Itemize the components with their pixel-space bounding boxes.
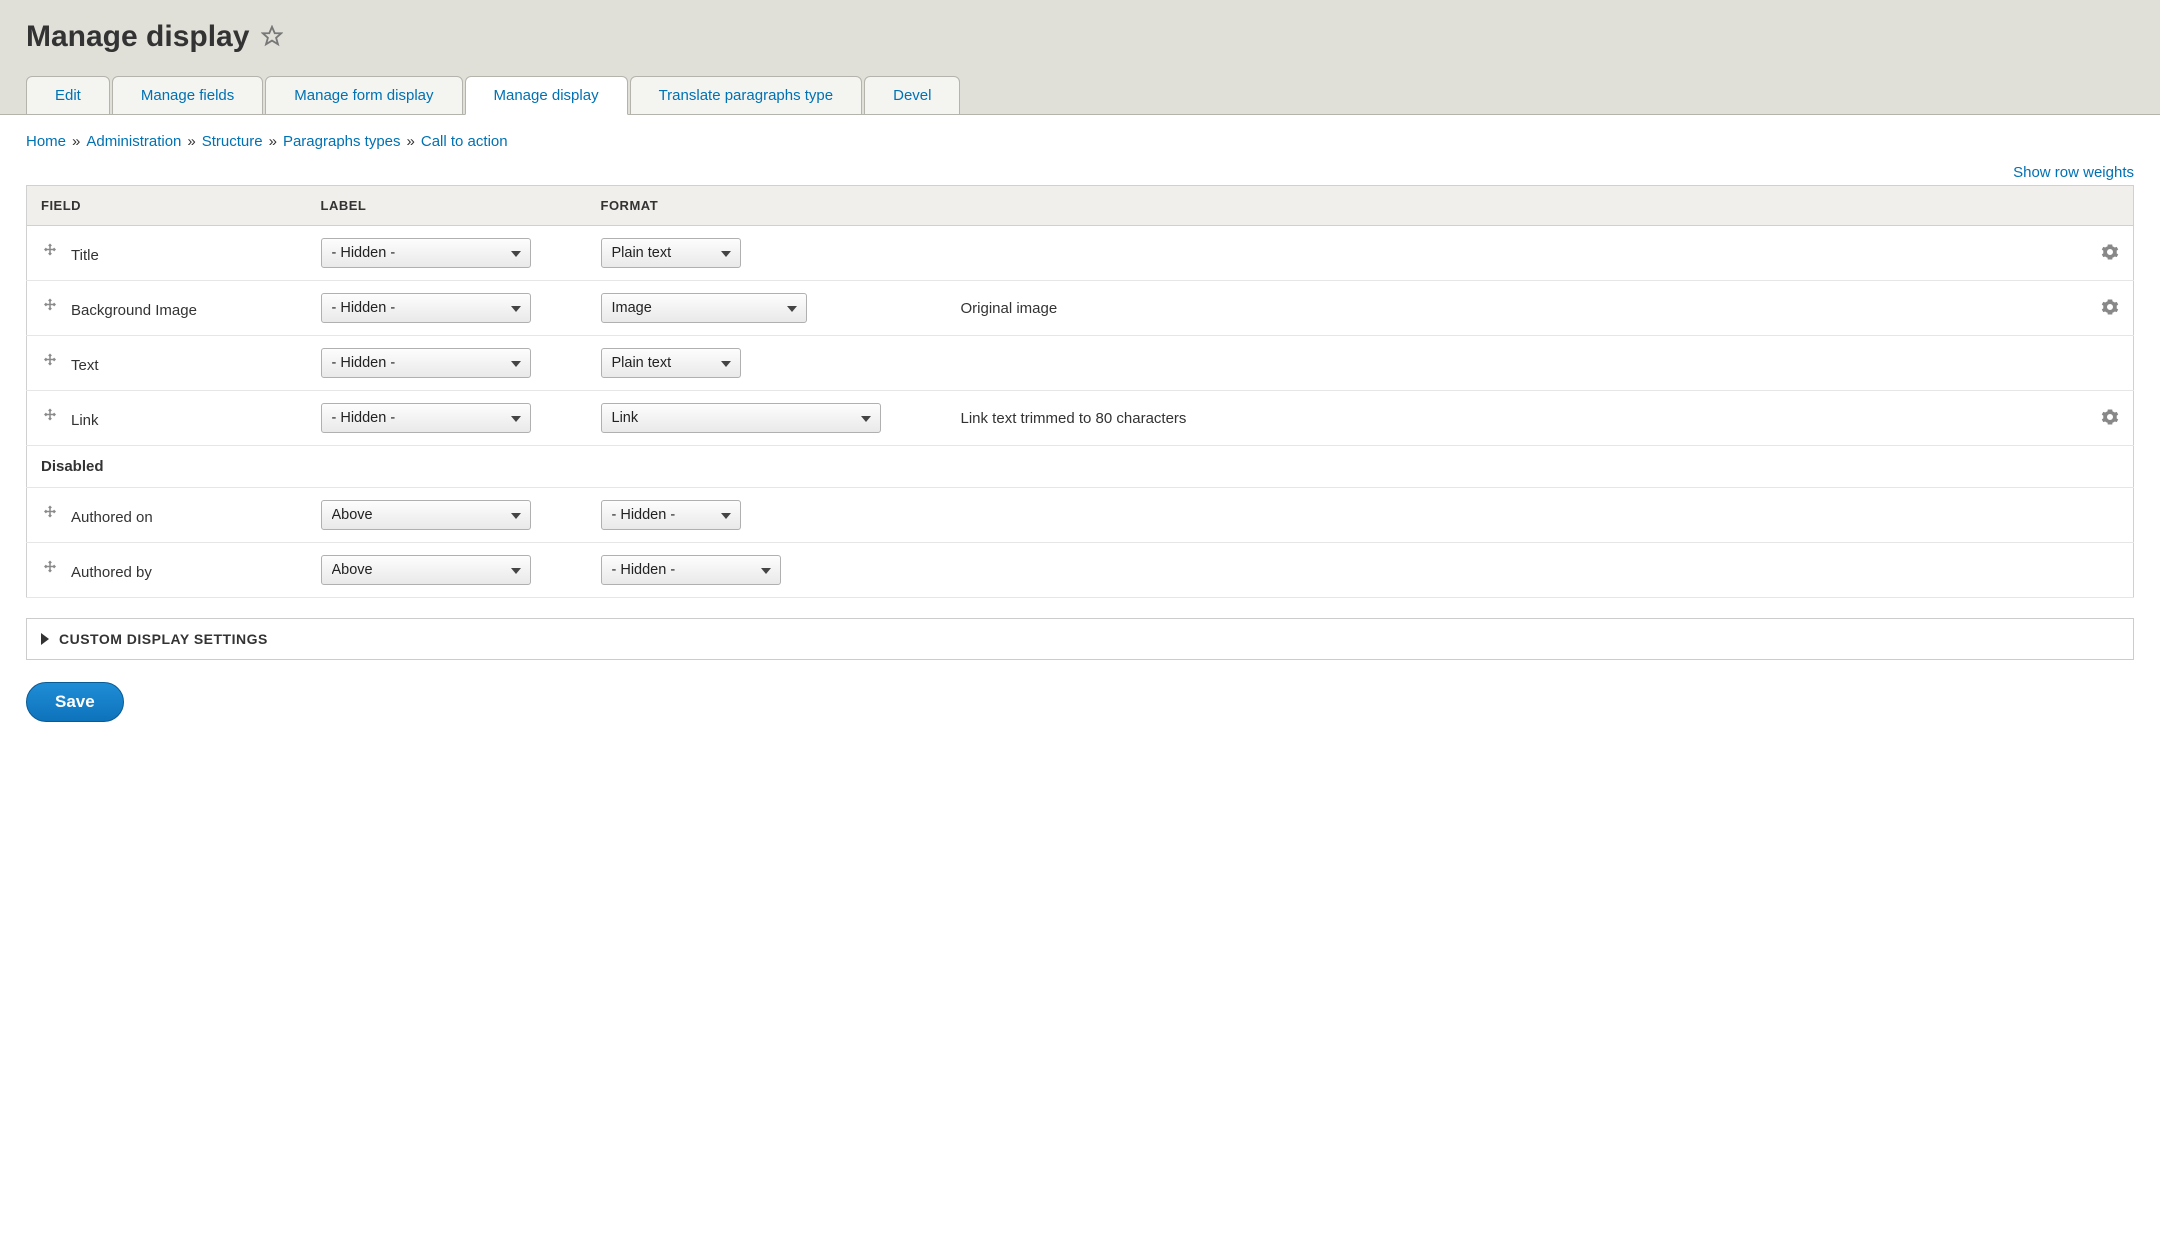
table-row: Link - Hidden - Link Link text trimmed to 8… <box>27 391 2134 446</box>
tab-translate-paragraphs-type[interactable]: Translate paragraphs type <box>630 76 863 115</box>
label-select[interactable]: - Hidden - <box>321 403 531 433</box>
disabled-section-label: Disabled <box>27 446 2134 488</box>
column-header-label: LABEL <box>307 186 587 226</box>
star-icon[interactable] <box>261 25 283 50</box>
drag-handle-icon[interactable] <box>41 242 59 260</box>
format-select[interactable]: Image <box>601 293 807 323</box>
field-name: Title <box>71 247 99 264</box>
label-select[interactable]: - Hidden - <box>321 293 531 323</box>
label-select[interactable]: - Hidden - <box>321 348 531 378</box>
triangle-right-icon <box>41 633 49 645</box>
table-row: Title - Hidden - Plain text <box>27 226 2134 281</box>
table-row: Authored by Above - Hidden - <box>27 543 2134 598</box>
breadcrumb-separator: » <box>181 133 201 150</box>
formatter-summary: Link text trimmed to 80 characters <box>961 410 1187 427</box>
format-select[interactable]: Plain text <box>601 238 741 268</box>
column-header-field: FIELD <box>27 186 307 226</box>
field-name: Text <box>71 357 99 374</box>
drag-handle-icon[interactable] <box>41 559 59 577</box>
drag-handle-icon[interactable] <box>41 352 59 370</box>
format-select[interactable]: Link <box>601 403 881 433</box>
field-display-table: FIELD LABEL FORMAT Title - Hidden - Plain … <box>26 185 2134 598</box>
show-row-weights-link[interactable]: Show row weights <box>2013 164 2134 181</box>
admin-header: Manage display EditManage fieldsManage f… <box>0 0 2160 115</box>
table-row: Authored on Above - Hidden - <box>27 488 2134 543</box>
tab-manage-fields[interactable]: Manage fields <box>112 76 263 115</box>
gear-icon[interactable] <box>2101 408 2119 426</box>
breadcrumb: Home»Administration»Structure»Paragraphs… <box>26 133 2134 150</box>
label-select[interactable]: Above <box>321 500 531 530</box>
gear-icon[interactable] <box>2101 298 2119 316</box>
drag-handle-icon[interactable] <box>41 297 59 315</box>
field-name: Authored on <box>71 509 153 526</box>
page-title: Manage display <box>26 20 249 54</box>
breadcrumb-link[interactable]: Structure <box>202 133 263 150</box>
tab-manage-form-display[interactable]: Manage form display <box>265 76 462 115</box>
tab-manage-display[interactable]: Manage display <box>465 76 628 115</box>
label-select[interactable]: Above <box>321 555 531 585</box>
breadcrumb-link[interactable]: Home <box>26 133 66 150</box>
table-row: Text - Hidden - Plain text <box>27 336 2134 391</box>
gear-icon[interactable] <box>2101 243 2119 261</box>
breadcrumb-separator: » <box>401 133 421 150</box>
format-select[interactable]: Plain text <box>601 348 741 378</box>
breadcrumb-separator: » <box>66 133 86 150</box>
primary-tabs: EditManage fieldsManage form displayMana… <box>26 76 2134 115</box>
field-name: Background Image <box>71 302 197 319</box>
format-select[interactable]: - Hidden - <box>601 500 741 530</box>
table-row: Background Image - Hidden - Image Original … <box>27 281 2134 336</box>
breadcrumb-separator: » <box>263 133 283 150</box>
breadcrumb-link[interactable]: Paragraphs types <box>283 133 401 150</box>
column-header-format: FORMAT <box>587 186 947 226</box>
breadcrumb-link[interactable]: Call to action <box>421 133 508 150</box>
field-name: Authored by <box>71 564 152 581</box>
tab-devel[interactable]: Devel <box>864 76 960 115</box>
drag-handle-icon[interactable] <box>41 504 59 522</box>
field-name: Link <box>71 412 99 429</box>
formatter-summary: Original image <box>961 300 1058 317</box>
tab-edit[interactable]: Edit <box>26 76 110 115</box>
custom-display-settings-toggle[interactable]: CUSTOM DISPLAY SETTINGS <box>26 618 2134 660</box>
drag-handle-icon[interactable] <box>41 407 59 425</box>
custom-display-settings-label: CUSTOM DISPLAY SETTINGS <box>59 631 268 647</box>
save-button[interactable]: Save <box>26 682 124 722</box>
label-select[interactable]: - Hidden - <box>321 238 531 268</box>
format-select[interactable]: - Hidden - <box>601 555 781 585</box>
breadcrumb-link[interactable]: Administration <box>86 133 181 150</box>
